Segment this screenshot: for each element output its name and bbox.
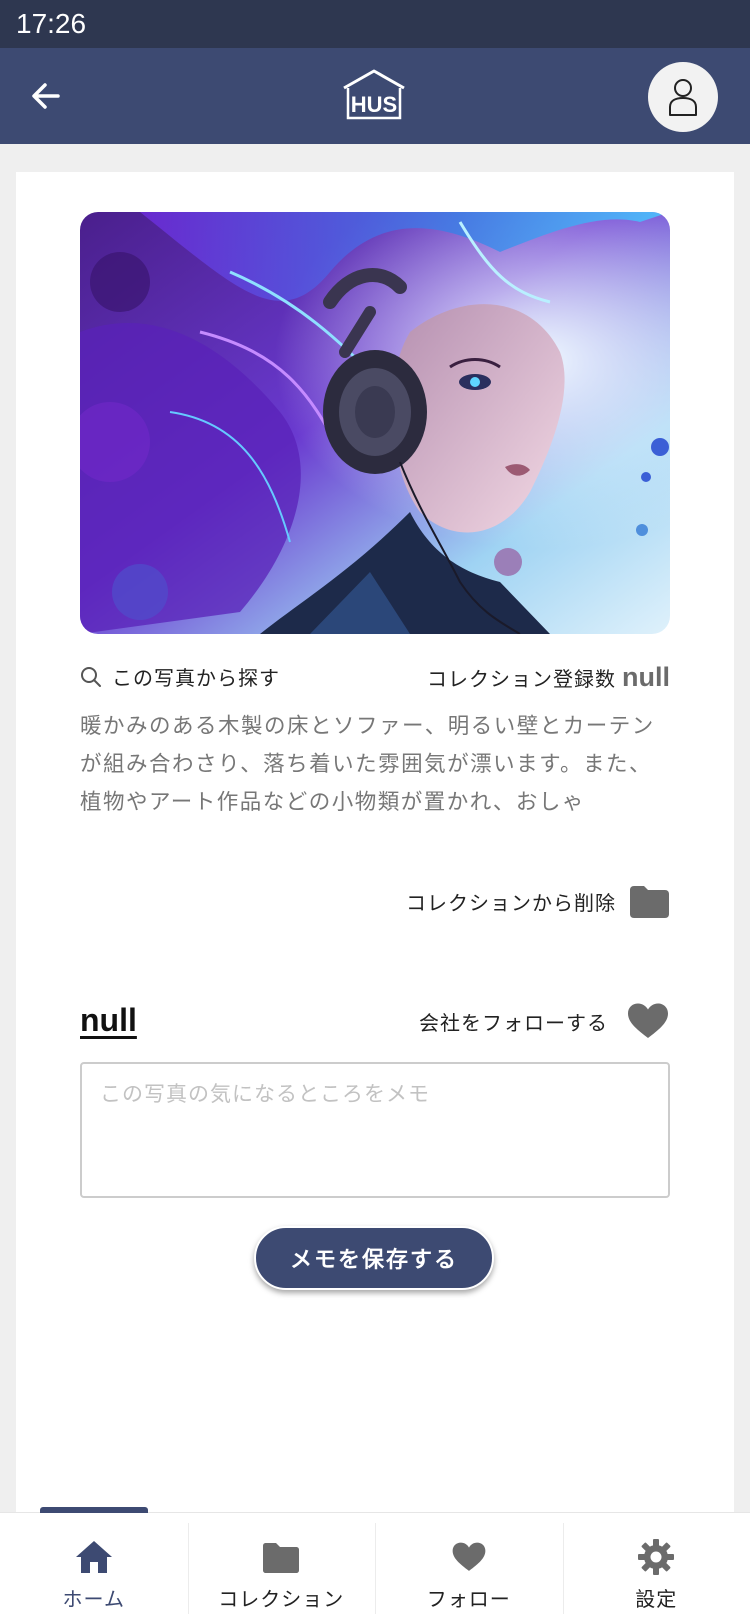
collection-count-label: コレクション登録数 <box>427 667 616 691</box>
headphones-portrait-illustration <box>80 212 670 634</box>
status-time: 17:26 <box>16 8 87 39</box>
tab-home[interactable]: ホーム <box>0 1513 188 1624</box>
status-bar: 17:26 <box>0 0 750 48</box>
tab-follow-label: フォロー <box>426 1587 511 1611</box>
profile-button[interactable] <box>648 62 718 132</box>
photo-detail-card: この写真から探す コレクション登録数 null 暖かみのある木製の床とソファー、… <box>16 172 734 1512</box>
back-button[interactable] <box>24 74 68 118</box>
heart-icon <box>452 1542 486 1571</box>
gear-icon <box>638 1539 675 1575</box>
tab-home-label: ホーム <box>62 1587 125 1611</box>
follow-company-label: 会社をフォローする <box>419 1010 608 1035</box>
tab-collection[interactable]: コレクション <box>187 1513 376 1624</box>
search-by-photo-link[interactable]: この写真から探す <box>80 662 280 691</box>
arrow-left-icon <box>32 83 60 109</box>
photo-image[interactable] <box>80 212 670 634</box>
tab-collection-label: コレクション <box>218 1587 345 1611</box>
collection-count-value: null <box>622 662 670 692</box>
save-memo-button[interactable]: メモを保存する <box>254 1226 494 1290</box>
photo-description: 暖かみのある木製の床とソファー、明るい壁とカーテンが組み合わさり、落ち着いた雰囲… <box>80 714 655 815</box>
memo-input[interactable] <box>80 1062 670 1198</box>
follow-company-button[interactable]: 会社をフォローする <box>419 1002 670 1040</box>
collection-count: コレクション登録数 null <box>427 662 670 693</box>
tab-follow[interactable]: フォロー <box>375 1513 563 1624</box>
tab-settings-label: 設定 <box>635 1587 678 1611</box>
remove-from-collection-label: コレクションから削除 <box>406 890 616 915</box>
tab-settings[interactable]: 設定 <box>562 1513 750 1624</box>
search-by-photo-label: この写真から探す <box>112 666 280 690</box>
hus-logo: HUS <box>343 69 405 120</box>
logo-text: HUS <box>351 92 397 117</box>
folder-icon <box>630 886 669 918</box>
user-icon <box>669 79 697 116</box>
company-name-link[interactable]: null <box>80 1002 137 1039</box>
bottom-tab-bar: ホーム コレクション フォロー 設定 <box>0 1507 750 1624</box>
home-icon <box>75 1541 112 1573</box>
heart-icon <box>628 1003 668 1038</box>
remove-from-collection-button[interactable]: コレクションから削除 <box>406 884 670 918</box>
search-icon <box>81 666 101 687</box>
app-header: HUS <box>0 48 750 144</box>
folder-icon <box>263 1543 300 1573</box>
